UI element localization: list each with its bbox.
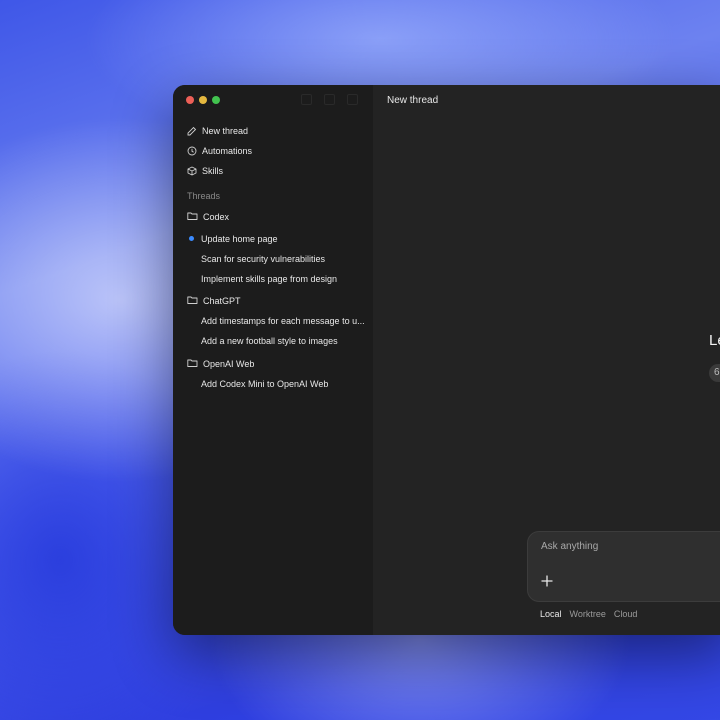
project-name: Codex: [203, 212, 230, 222]
toolbar-icons: [301, 94, 358, 105]
folder-icon: [187, 211, 198, 223]
project-name: OpenAI Web: [203, 359, 255, 369]
hero-title: Le: [709, 332, 720, 349]
composer: [527, 531, 720, 602]
thread-item[interactable]: Add timestamps for each message to u...: [187, 311, 369, 331]
page-title: New thread: [387, 95, 439, 106]
hero-chip[interactable]: 6: [709, 364, 720, 382]
thread-list: Codex Update home page Scan for security…: [187, 207, 369, 394]
window-controls: [186, 96, 220, 104]
nav-label: Skills: [202, 166, 224, 176]
plus-icon[interactable]: [540, 574, 554, 588]
nav-skills[interactable]: Skills: [187, 161, 367, 181]
folder-icon: [187, 295, 198, 307]
thread-item[interactable]: Add a new football style to images: [187, 331, 369, 351]
edit-icon: [187, 126, 197, 136]
threads-section-label: Threads: [187, 191, 221, 201]
nav-automations[interactable]: Automations: [187, 141, 367, 161]
nav-new-thread[interactable]: New thread: [187, 121, 367, 141]
zoom-window-button[interactable]: [212, 96, 220, 104]
sidebar-toggle-icon[interactable]: [301, 94, 312, 105]
app-window: New thread Automations Skills Threads Co…: [173, 85, 720, 635]
nav-label: New thread: [202, 126, 249, 136]
project-codex[interactable]: Codex: [187, 207, 369, 227]
clock-icon: [187, 146, 197, 156]
project-name: ChatGPT: [203, 296, 241, 306]
thread-item-active[interactable]: Update home page: [187, 229, 369, 249]
nav-label: Automations: [202, 146, 253, 156]
project-chatgpt[interactable]: ChatGPT: [187, 291, 369, 311]
cube-icon: [187, 166, 197, 176]
minimize-window-button[interactable]: [199, 96, 207, 104]
mode-selector: Local Worktree Cloud: [540, 609, 637, 619]
project-openai-web[interactable]: OpenAI Web: [187, 354, 369, 374]
forward-icon[interactable]: [347, 94, 358, 105]
close-window-button[interactable]: [186, 96, 194, 104]
mode-worktree[interactable]: Worktree: [570, 609, 606, 619]
thread-item[interactable]: Add Codex Mini to OpenAI Web: [187, 374, 369, 394]
ask-input[interactable]: [541, 541, 720, 552]
folder-icon: [187, 358, 198, 370]
back-icon[interactable]: [324, 94, 335, 105]
sidebar-nav: New thread Automations Skills: [187, 121, 367, 181]
sidebar: New thread Automations Skills Threads Co…: [173, 85, 373, 635]
thread-item[interactable]: Implement skills page from design: [187, 269, 369, 289]
mode-cloud[interactable]: Cloud: [614, 609, 638, 619]
mode-local[interactable]: Local: [540, 609, 562, 619]
main-panel: New thread Le 6 Local Worktree Cloud: [373, 85, 720, 635]
thread-item[interactable]: Scan for security vulnerabilities: [187, 249, 369, 269]
